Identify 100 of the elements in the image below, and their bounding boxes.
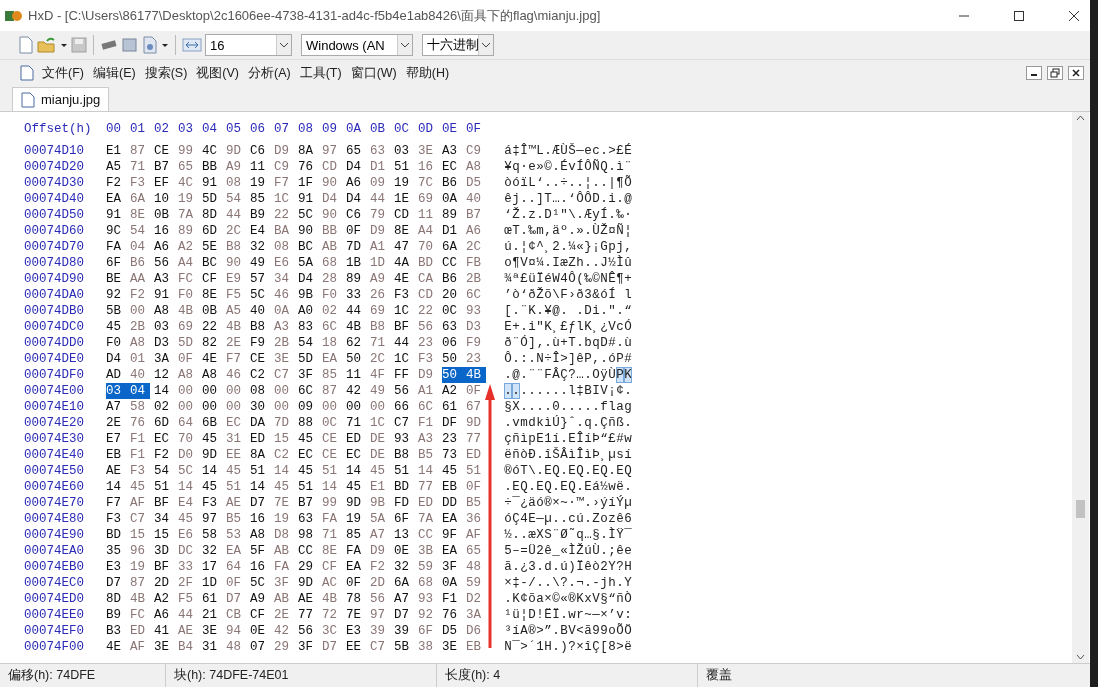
hex-byte[interactable]: 2C (370, 351, 390, 367)
ascii-char[interactable]: Ç (560, 367, 568, 383)
ascii-char[interactable]: “ (624, 303, 632, 319)
ascii-char[interactable]: . (600, 543, 608, 559)
ascii-char[interactable]: æ (560, 255, 568, 271)
hex-byte[interactable]: F7 (106, 495, 126, 511)
ascii-char[interactable]: £ (560, 319, 568, 335)
hex-byte[interactable]: 87 (130, 143, 150, 159)
ascii-char[interactable]: ä (528, 495, 536, 511)
hex-byte[interactable]: FB (466, 255, 486, 271)
hex-byte[interactable]: 99 (322, 495, 342, 511)
hex-byte[interactable]: 9B (370, 495, 390, 511)
hex-byte[interactable]: 4A (394, 255, 414, 271)
hex-byte[interactable]: 83 (298, 319, 318, 335)
ascii-char[interactable]: ! (536, 607, 544, 623)
hex-byte[interactable]: 1C (394, 351, 414, 367)
ascii-char[interactable]: ½ (600, 479, 608, 495)
ascii-char[interactable]: @ (512, 367, 520, 383)
ascii-char[interactable]: ¢ (528, 239, 536, 255)
ascii-char[interactable]: ì (520, 431, 528, 447)
ascii-char[interactable]: Z (592, 511, 600, 527)
hex-byte[interactable]: A2 (442, 383, 462, 399)
ascii-char[interactable]: ð (528, 287, 536, 303)
hex-byte[interactable]: A7 (106, 399, 126, 415)
hex-byte[interactable]: AA (130, 271, 150, 287)
hex-byte[interactable]: 09 (370, 175, 390, 191)
hex-byte[interactable]: 4E (106, 639, 126, 655)
hex-byte[interactable]: 02 (322, 303, 342, 319)
ascii-char[interactable]: ¨ (536, 367, 544, 383)
ascii-char[interactable]: ê (616, 511, 624, 527)
hex-byte[interactable]: 00 (346, 399, 366, 415)
ascii-char[interactable]: . (616, 303, 624, 319)
ascii-char[interactable]: O (592, 367, 600, 383)
ascii-char[interactable]: . (624, 383, 632, 399)
hex-byte[interactable]: F3 (202, 495, 222, 511)
hex-byte[interactable]: 2C (466, 239, 486, 255)
hex-byte[interactable]: 8E (322, 543, 342, 559)
hex-byte[interactable]: EA (322, 351, 342, 367)
hex-byte[interactable]: 3D (154, 543, 174, 559)
menu-item[interactable]: 搜索(S) (143, 64, 189, 82)
hex-byte[interactable]: 14 (346, 463, 366, 479)
ascii-char[interactable]: ¥ (544, 303, 552, 319)
ascii-char[interactable]: . (584, 511, 592, 527)
ascii-char[interactable]: 3 (584, 287, 592, 303)
hex-byte[interactable]: 3E (202, 623, 222, 639)
hex-byte[interactable]: 19 (274, 511, 294, 527)
hex-byte[interactable]: 0F (466, 383, 486, 399)
ascii-char[interactable]: w (608, 479, 616, 495)
ascii-char[interactable]: c (616, 319, 624, 335)
ascii-char[interactable]: . (560, 239, 568, 255)
hex-byte[interactable]: 77 (418, 479, 438, 495)
ascii-char[interactable]: ] (536, 191, 544, 207)
ascii-char[interactable]: + (512, 319, 520, 335)
hex-byte[interactable]: E6 (178, 527, 198, 543)
ascii-char[interactable]: Ž (536, 287, 544, 303)
ascii-char[interactable]: Z (568, 255, 576, 271)
hex-byte[interactable]: 00 (322, 399, 342, 415)
ascii-char[interactable]: › (592, 495, 600, 511)
ascii-char[interactable]: Q (624, 463, 632, 479)
hex-byte[interactable]: 4F (370, 367, 390, 383)
hex-byte[interactable]: F3 (130, 175, 150, 191)
ascii-char[interactable]: . (520, 383, 528, 399)
hex-byte[interactable]: CC (298, 543, 318, 559)
hex-byte[interactable]: EB (442, 479, 462, 495)
hex-byte[interactable]: 9F (442, 527, 462, 543)
hex-byte[interactable]: 6D (202, 223, 222, 239)
hex-byte[interactable]: 1C (394, 303, 414, 319)
hex-byte[interactable]: D9 (274, 143, 294, 159)
ascii-char[interactable]: ˜ (568, 527, 576, 543)
hex-byte[interactable]: 1C (274, 191, 294, 207)
hex-byte[interactable]: 42 (274, 623, 294, 639)
hex-byte[interactable]: 19 (178, 191, 198, 207)
hex-byte[interactable]: 71 (370, 335, 390, 351)
hex-byte[interactable]: D6 (466, 623, 486, 639)
ascii-char[interactable]: w (624, 431, 632, 447)
ascii-char[interactable]: ¦ (584, 175, 592, 191)
ascii-char[interactable]: ƒ (568, 319, 576, 335)
hex-byte[interactable]: A4 (178, 255, 198, 271)
hex-byte[interactable]: 59 (466, 575, 486, 591)
hex-byte[interactable]: A8 (466, 159, 486, 175)
ascii-char[interactable]: î (584, 639, 592, 655)
ascii-char[interactable]: q (512, 159, 520, 175)
ascii-char[interactable]: á (504, 143, 512, 159)
ascii-char[interactable]: Î (576, 431, 584, 447)
hex-byte[interactable]: 77 (466, 431, 486, 447)
ascii-char[interactable]: — (592, 607, 600, 623)
display-mode-dropdown[interactable]: 十六进制 (422, 34, 494, 56)
ascii-char[interactable]: b (584, 335, 592, 351)
hex-byte[interactable]: ED (418, 495, 438, 511)
ascii-char[interactable]: . (584, 399, 592, 415)
hex-byte[interactable]: BC (202, 255, 222, 271)
ascii-char[interactable]: . (504, 479, 512, 495)
ascii-char[interactable]: K (512, 591, 520, 607)
ascii-char[interactable]: o (608, 623, 616, 639)
hex-byte[interactable]: 08 (274, 239, 294, 255)
ascii-char[interactable]: X (536, 527, 544, 543)
ascii-char[interactable]: ó (512, 463, 520, 479)
chevron-down-icon[interactable] (276, 35, 291, 55)
hex-byte[interactable]: 6C (322, 319, 342, 335)
ascii-char[interactable]: 2 (552, 239, 560, 255)
